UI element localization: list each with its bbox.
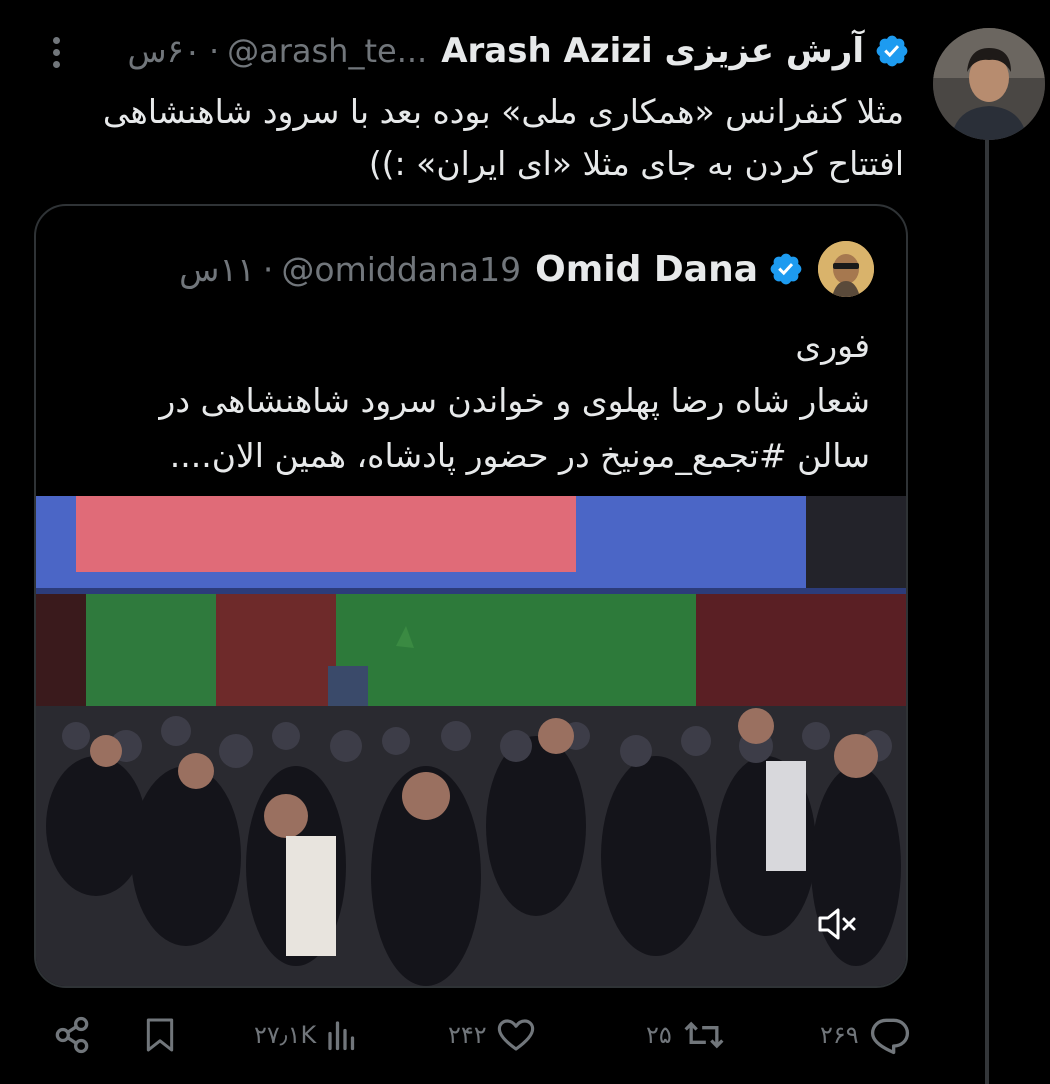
quoted-author-handle: @omiddana19 — [281, 249, 522, 289]
views-button[interactable]: ۲۷٫۱K — [246, 1010, 360, 1060]
quoted-tweet-header: Omid Dana @omiddana19 · ۱۱س — [179, 240, 874, 298]
avatar[interactable] — [933, 28, 1045, 140]
retweets-count: ۲۵ — [646, 1021, 672, 1049]
heart-icon — [497, 1019, 534, 1051]
tweet-text: مثلا کنفرانس «همکاری ملی» بوده بعد با سر… — [102, 92, 904, 183]
reply-button[interactable]: ۲۶۹ — [812, 1010, 913, 1060]
share-icon — [55, 1016, 89, 1054]
quoted-avatar — [818, 241, 874, 297]
separator-dot: · — [208, 32, 220, 70]
quoted-author-name: Omid Dana — [535, 248, 758, 290]
like-button[interactable]: ۲۴۲ — [440, 1010, 537, 1060]
bookmark-button[interactable] — [140, 1010, 180, 1060]
more-options-icon[interactable] — [44, 32, 68, 72]
author-name[interactable]: آرش عزیزی Arash Azizi — [441, 31, 864, 71]
retweet-button[interactable]: ۲۵ — [638, 1010, 728, 1060]
verified-badge-icon — [876, 35, 908, 67]
mute-icon[interactable] — [814, 904, 858, 944]
quoted-tweet[interactable]: Omid Dana @omiddana19 · ۱۱س فوری شعار شا… — [34, 204, 908, 988]
video-player[interactable] — [36, 496, 906, 986]
retweet-icon — [684, 1021, 724, 1049]
video-frame — [36, 496, 906, 986]
author-handle[interactable]: @arash_te... — [227, 32, 427, 70]
quoted-separator-dot: · — [262, 249, 274, 289]
avatar-image — [933, 28, 1045, 140]
tweet-header: آرش عزیزی Arash Azizi @arash_te... · ۶۰س — [128, 26, 910, 76]
quoted-tweet-text: فوری شعار شاه رضا پهلوی و خواندن سرود شا… — [159, 326, 870, 475]
views-icon — [328, 1021, 355, 1051]
quoted-timestamp: ۱۱س — [179, 249, 255, 289]
quoted-verified-badge-icon — [770, 253, 802, 285]
quoted-avatar-image — [818, 241, 874, 297]
share-button[interactable] — [50, 1010, 94, 1060]
views-count: ۲۷٫۱K — [254, 1021, 317, 1049]
likes-count: ۲۴۲ — [448, 1021, 487, 1049]
reply-icon — [870, 1018, 909, 1055]
tweet-actions: ۲۷٫۱K ۲۴۲ ۲۵ ۲۶۹ — [50, 1010, 909, 1060]
bookmark-icon — [146, 1018, 174, 1052]
thread-line — [985, 140, 989, 1084]
replies-count: ۲۶۹ — [820, 1021, 859, 1049]
tweet-timestamp[interactable]: ۶۰س — [128, 32, 201, 70]
